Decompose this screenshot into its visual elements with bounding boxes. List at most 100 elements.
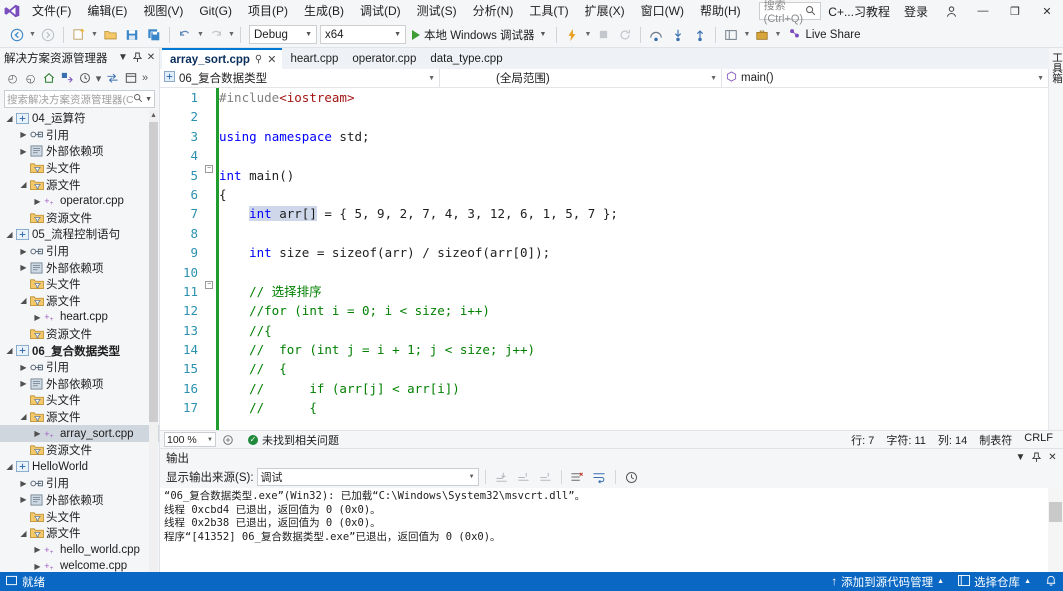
tree-item-04_运算符[interactable]: ◢ 04_运算符 — [0, 110, 159, 127]
sync-with-editor-icon[interactable] — [104, 69, 121, 87]
tree-item-hello_world.cpp[interactable]: ▶ + + hello_world.cpp — [0, 541, 159, 558]
overflow-icon[interactable]: » — [140, 69, 150, 87]
editor-tab-operator-cpp[interactable]: operator.cpp — [344, 48, 423, 69]
output-scrollbar-thumb[interactable] — [1049, 502, 1062, 522]
navigate-back-icon[interactable] — [6, 24, 28, 46]
expand-arrow-closed-icon[interactable]: ▶ — [32, 313, 43, 322]
expand-arrow-open-icon[interactable]: ◢ — [4, 462, 15, 471]
tree-item-资源文件[interactable]: 资源文件 — [0, 210, 159, 227]
tree-item-operator.cpp[interactable]: ▶ + + operator.cpp — [0, 193, 159, 210]
tree-item-引用[interactable]: ▶ 引用 — [0, 475, 159, 492]
intellisense-icon[interactable] — [220, 434, 236, 446]
panel-menu-icon[interactable]: ▼ — [117, 51, 129, 65]
signin-link[interactable]: 登录 — [897, 1, 935, 22]
tree-item-HelloWorld[interactable]: ◢ HelloWorld — [0, 458, 159, 475]
expand-arrow-closed-icon[interactable]: ▶ — [32, 429, 43, 438]
expand-arrow-open-icon[interactable]: ◢ — [18, 529, 29, 538]
code-line[interactable] — [219, 224, 1063, 243]
menu-project[interactable]: 项目(P) — [240, 1, 296, 21]
scrollbar-thumb[interactable] — [149, 122, 158, 422]
pin-icon[interactable] — [1030, 451, 1043, 465]
toolbox-icon[interactable] — [751, 24, 773, 46]
undo-icon[interactable] — [174, 24, 196, 46]
expand-arrow-closed-icon[interactable]: ▶ — [32, 562, 43, 571]
navbar-project-combo[interactable]: 06_复合数据类型 ▼ — [160, 69, 440, 87]
expand-arrow-closed-icon[interactable]: ▶ — [32, 545, 43, 554]
tree-item-06_复合数据类型[interactable]: ◢ 06_复合数据类型 — [0, 342, 159, 359]
navigate-back-dropdown-icon[interactable]: ▼ — [28, 31, 37, 38]
code-line[interactable]: #include<iostream> — [219, 88, 1063, 107]
toolbox-dropdown-icon[interactable]: ▼ — [773, 31, 782, 38]
output-vertical-scrollbar[interactable] — [1048, 488, 1063, 574]
expand-arrow-open-icon[interactable]: ◢ — [4, 230, 15, 239]
menu-test[interactable]: 测试(S) — [409, 1, 465, 21]
expand-arrow-open-icon[interactable]: ◢ — [18, 412, 29, 421]
close-panel-icon[interactable]: ✕ — [1046, 451, 1059, 465]
expand-arrow-open-icon[interactable]: ◢ — [18, 180, 29, 189]
fold-toggle-comment[interactable]: − — [205, 281, 213, 289]
output-source-combo[interactable]: 调试 ▼ — [256, 468, 479, 486]
hot-reload-dropdown-icon[interactable]: ▼ — [583, 31, 592, 38]
tree-item-源文件[interactable]: ◢ 源文件 — [0, 176, 159, 193]
notifications-button[interactable] — [1045, 574, 1057, 590]
start-debug-button[interactable]: 本地 Windows 调试器 ▼ — [406, 24, 552, 46]
platform-combo[interactable]: x64 ▼ — [320, 25, 406, 44]
code-line[interactable]: // { — [219, 359, 1063, 378]
account-avatar-icon[interactable] — [935, 0, 967, 22]
navbar-scope-combo[interactable]: (全局范围) ▼ — [440, 69, 722, 87]
tree-item-外部依赖项[interactable]: ▶ 外部依赖项 — [0, 143, 159, 160]
panel-menu-icon[interactable]: ▼ — [1014, 451, 1027, 465]
close-tab-icon[interactable]: ✕ — [267, 53, 276, 66]
tree-item-资源文件[interactable]: 资源文件 — [0, 442, 159, 459]
scroll-up-icon[interactable]: ▲ — [149, 110, 158, 120]
tree-item-外部依赖项[interactable]: ▶ 外部依赖项 — [0, 492, 159, 509]
menu-build[interactable]: 生成(B) — [296, 1, 352, 21]
expand-arrow-closed-icon[interactable]: ▶ — [32, 197, 43, 206]
pending-changes-icon[interactable] — [76, 69, 93, 87]
chevron-down-icon[interactable]: ▼ — [540, 31, 547, 38]
tree-item-源文件[interactable]: ◢ 源文件 — [0, 409, 159, 426]
code-line[interactable]: // for (int j = i + 1; j < size; j++) — [219, 340, 1063, 359]
editor-tab-array_sort-cpp[interactable]: array_sort.cpp ⚲ ✕ — [162, 48, 283, 69]
status-eol[interactable]: CRLF — [1024, 432, 1053, 448]
fold-column[interactable]: − − — [204, 88, 216, 430]
minimize-button[interactable]: — — [967, 0, 999, 22]
code-line[interactable]: { — [219, 185, 1063, 204]
expand-arrow-closed-icon[interactable]: ▶ — [18, 479, 29, 488]
solution-explorer-scrollbar[interactable]: ▲▼ — [149, 110, 158, 591]
status-tabs-mode[interactable]: 制表符 — [979, 432, 1012, 448]
window-layout-icon[interactable] — [720, 24, 742, 46]
undo-dropdown-icon[interactable]: ▼ — [196, 31, 205, 38]
expand-arrow-closed-icon[interactable]: ▶ — [18, 379, 29, 388]
expand-arrow-open-icon[interactable]: ◢ — [18, 296, 29, 305]
tree-item-外部依赖项[interactable]: ▶ 外部依赖项 — [0, 259, 159, 276]
tree-item-源文件[interactable]: ◢ 源文件 — [0, 525, 159, 542]
menu-analyze[interactable]: 分析(N) — [465, 1, 522, 21]
open-file-icon[interactable] — [99, 24, 121, 46]
tree-item-头文件[interactable]: 头文件 — [0, 160, 159, 177]
home-icon[interactable] — [40, 69, 57, 87]
hot-reload-icon[interactable] — [561, 24, 583, 46]
tree-item-外部依赖项[interactable]: ▶ 外部依赖项 — [0, 376, 159, 393]
menu-help[interactable]: 帮助(H) — [692, 1, 749, 21]
code-line[interactable]: int size = sizeof(arr) / sizeof(arr[0]); — [219, 243, 1063, 262]
code-editor[interactable]: 1 2 3 4 5 6 7 8 9 10 11 12 13 14 15 16 17 − − #include<i… — [160, 88, 1063, 430]
expand-arrow-closed-icon[interactable]: ▶ — [18, 130, 29, 139]
menu-edit[interactable]: 编辑(E) — [79, 1, 135, 21]
code-line[interactable] — [219, 107, 1063, 126]
code-line[interactable]: // { — [219, 398, 1063, 417]
pin-icon[interactable] — [131, 51, 143, 65]
navbar-function-combo[interactable]: main() ▼ — [722, 69, 1049, 87]
code-line[interactable]: using namespace std; — [219, 127, 1063, 146]
global-search-input[interactable]: 搜索 (Ctrl+Q) — [758, 0, 822, 25]
editor-tab-heart-cpp[interactable]: heart.cpp — [282, 48, 345, 69]
tree-item-头文件[interactable]: 头文件 — [0, 392, 159, 409]
zoom-level-combo[interactable]: 100 % ▼ — [164, 432, 216, 447]
configuration-combo[interactable]: Debug ▼ — [249, 25, 317, 44]
tree-item-资源文件[interactable]: 资源文件 — [0, 326, 159, 343]
window-layout-dropdown-icon[interactable]: ▼ — [742, 31, 751, 38]
chevron-down-icon[interactable]: ▼ — [145, 96, 152, 103]
pin-tab-icon[interactable]: ⚲ — [255, 54, 262, 65]
tree-item-05_流程控制语句[interactable]: ◢ 05_流程控制语句 — [0, 226, 159, 243]
tree-item-array_sort.cpp[interactable]: ▶ + + array_sort.cpp — [0, 425, 159, 442]
